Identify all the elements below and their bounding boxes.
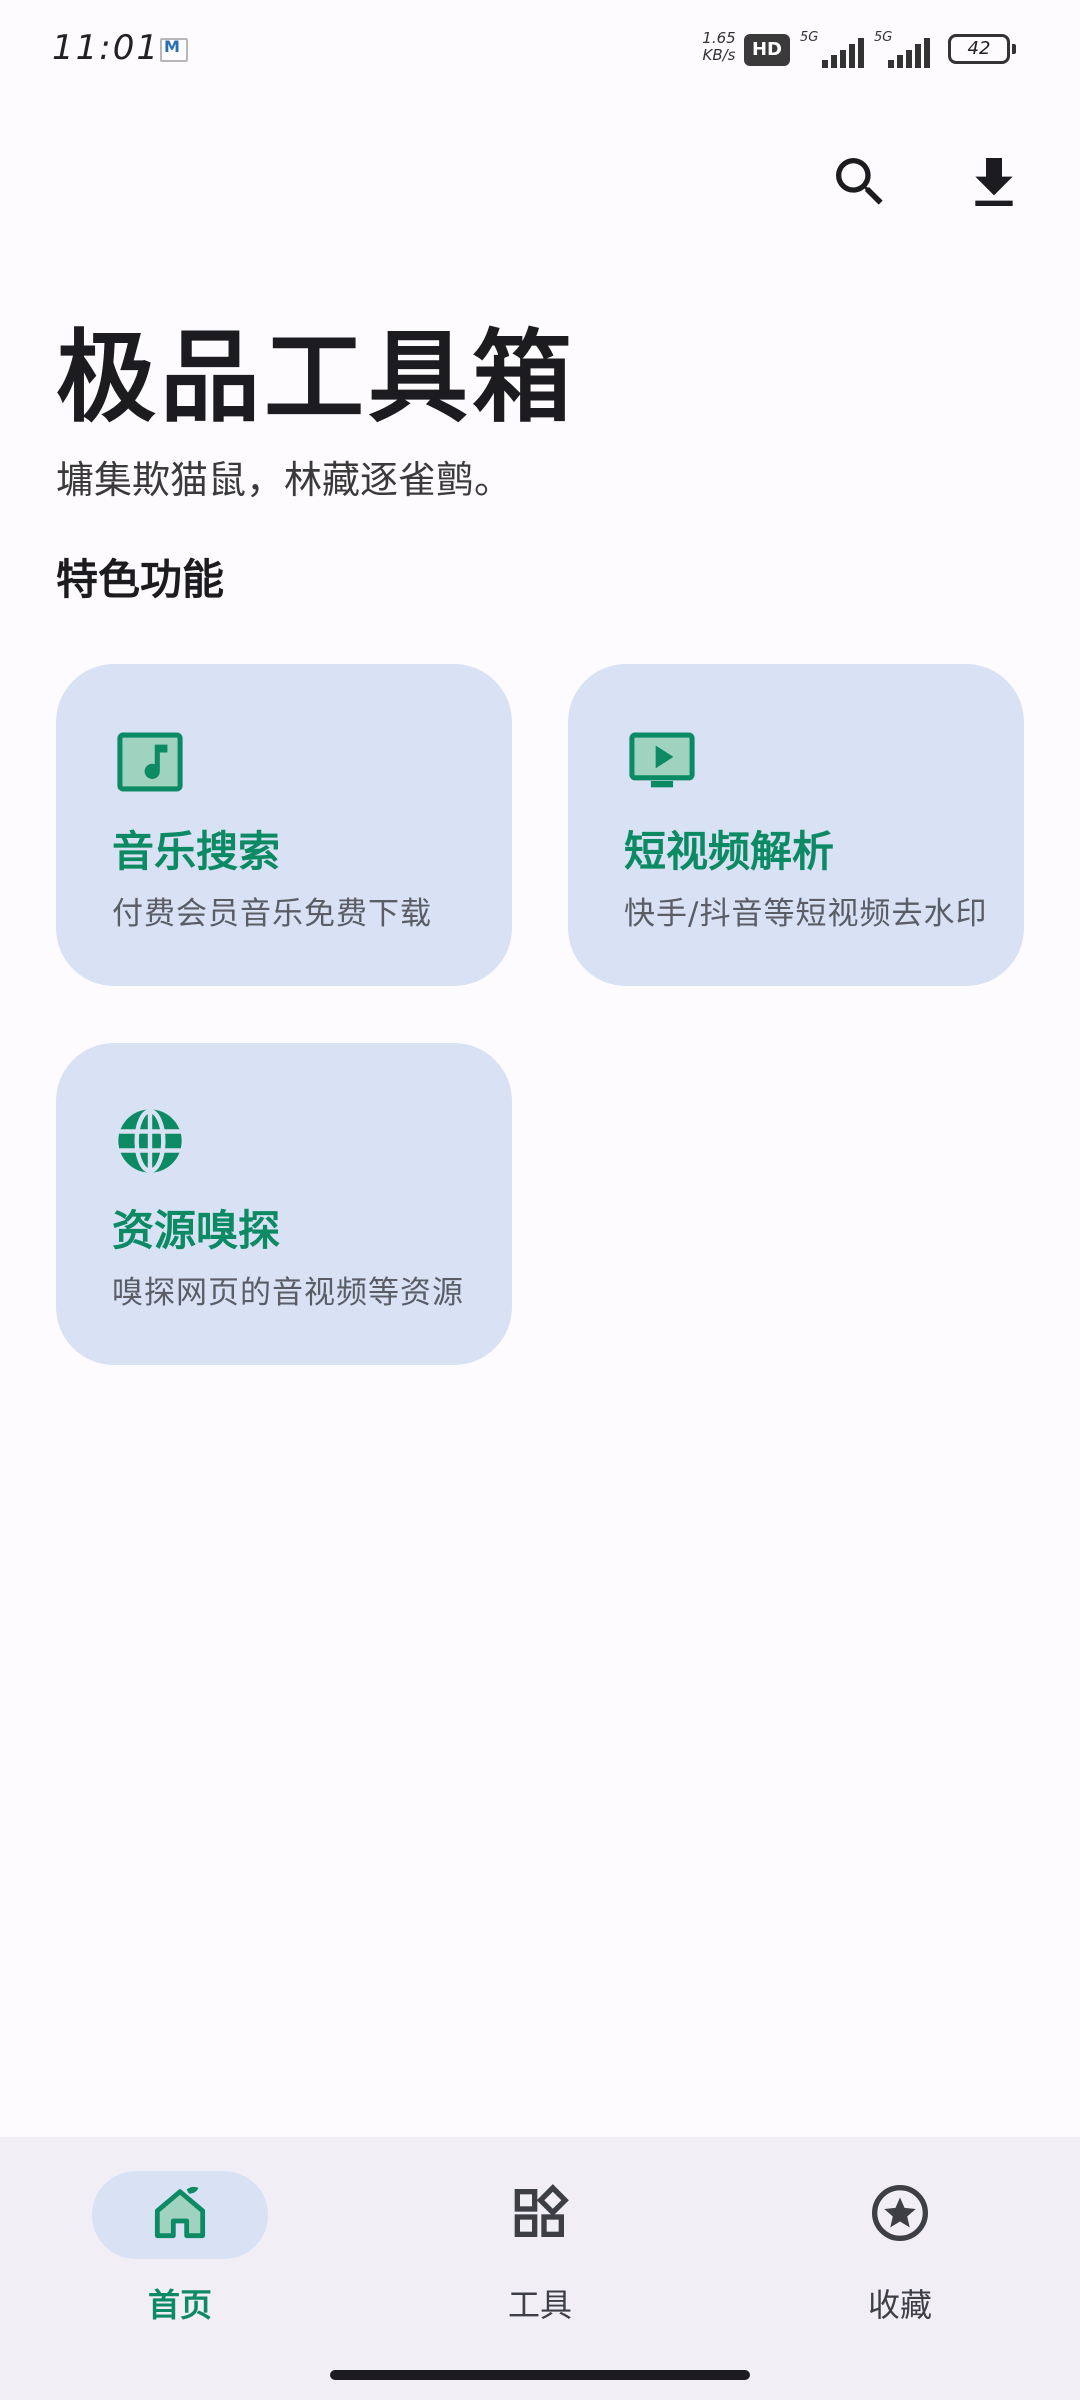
home-icon — [148, 2181, 212, 2245]
signal-label: 5G — [874, 30, 893, 45]
card-description: 付费会员音乐免费下载 — [112, 896, 432, 932]
status-bar: 11:01 1.65 KB/s HD 5G 5G 42 — [0, 0, 1080, 100]
battery-icon: 42 — [948, 34, 1016, 64]
signal-bar — [897, 55, 903, 68]
status-time: 11:01 — [52, 28, 160, 68]
app-subtitle: 墉集欺猫鼠，林藏逐雀鹯。 — [56, 458, 513, 502]
card-description: 快手/抖音等短视频去水印 — [624, 896, 988, 932]
nav-item-home[interactable]: 首页 — [0, 2137, 360, 2367]
nav-label: 首页 — [147, 2286, 212, 2324]
nav-label: 收藏 — [867, 2286, 932, 2324]
download-icon — [975, 158, 1013, 206]
signal-bar — [822, 60, 828, 68]
download-button[interactable] — [962, 150, 1026, 214]
globe-icon — [112, 1103, 188, 1179]
nav-label: 工具 — [507, 2286, 572, 2324]
network-speed-value: 1.65 — [702, 29, 736, 47]
star-circle-icon — [868, 2181, 932, 2245]
hd-voice-badge: HD — [744, 34, 790, 66]
section-title: 特色功能 — [56, 555, 225, 604]
search-button[interactable] — [828, 150, 892, 214]
music-search-card[interactable]: 音乐搜索 付费会员音乐免费下载 — [56, 664, 512, 986]
signal-icon: 5G — [874, 30, 944, 68]
music-note-icon — [112, 724, 188, 800]
signal-bar — [858, 38, 864, 68]
signal-icon: 5G — [800, 30, 870, 68]
app-title: 极品工具箱 — [56, 319, 576, 436]
resource-sniff-card[interactable]: 资源嗅探 嗅探网页的音视频等资源 — [56, 1043, 512, 1365]
card-description: 嗅探网页的音视频等资源 — [112, 1275, 464, 1311]
signal-bar — [888, 60, 894, 68]
bottom-navigation: 首页 工具 收藏 — [0, 2137, 1080, 2400]
video-play-icon — [624, 724, 700, 800]
card-title: 资源嗅探 — [112, 1206, 281, 1255]
signal-bar — [915, 44, 921, 68]
card-title: 音乐搜索 — [112, 827, 281, 876]
signal-bar — [840, 50, 846, 68]
home-indicator[interactable] — [330, 2370, 750, 2380]
signal-bar — [924, 38, 930, 68]
network-speed-unit: KB/s — [702, 46, 736, 64]
signal-bar — [831, 55, 837, 68]
mail-icon — [160, 37, 188, 62]
network-speed: 1.65 KB/s — [694, 30, 744, 64]
card-title: 短视频解析 — [624, 827, 835, 876]
signal-label: 5G — [800, 30, 819, 45]
short-video-parse-card[interactable]: 短视频解析 快手/抖音等短视频去水印 — [568, 664, 1024, 986]
signal-bar — [849, 44, 855, 68]
nav-item-tools[interactable]: 工具 — [360, 2137, 720, 2367]
nav-item-favorites[interactable]: 收藏 — [720, 2137, 1080, 2367]
widgets-icon — [508, 2181, 572, 2245]
search-icon — [836, 158, 883, 205]
signal-bar — [906, 50, 912, 68]
